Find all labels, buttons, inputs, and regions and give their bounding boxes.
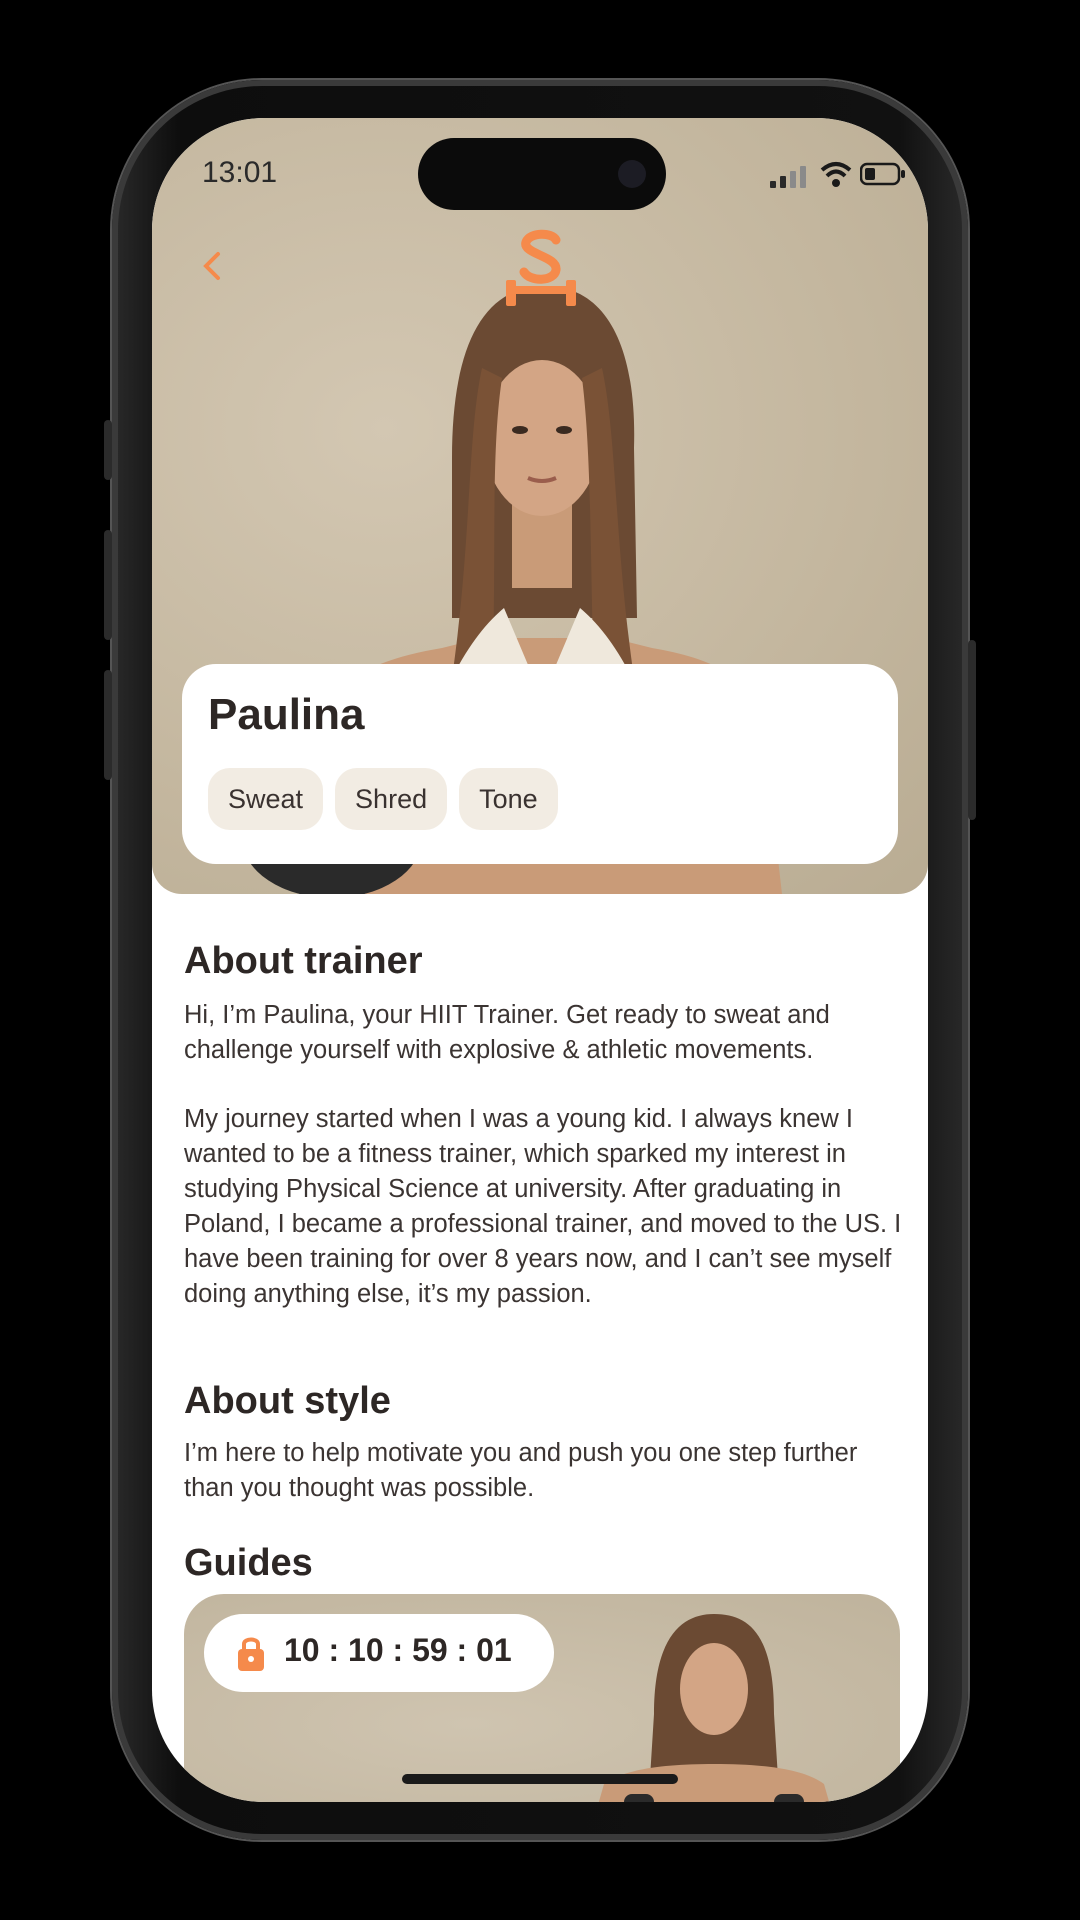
- tag-shred: Shred: [335, 768, 448, 830]
- status-time: 13:01: [202, 156, 278, 189]
- lock-icon: [238, 1637, 264, 1671]
- about-trainer-intro: Hi, I’m Paulina, your HIIT Trainer. Get …: [184, 1001, 830, 1064]
- tag-tone: Tone: [459, 768, 558, 830]
- volume-down-button: [104, 670, 112, 780]
- tag-sweat: Sweat: [208, 768, 324, 830]
- trainer-tags: Sweat Shred Tone: [208, 768, 558, 830]
- app-screen: 13:01 Paulina Sweat Shred Tone About tra…: [152, 118, 928, 1802]
- about-style-heading: About style: [184, 1380, 391, 1422]
- signal-icon: [770, 166, 806, 188]
- guide-countdown: 10 : 10 : 59 : 01: [284, 1632, 512, 1668]
- trainer-hero-image: 13:01 Paulina Sweat Shred Tone: [152, 118, 928, 894]
- guide-card[interactable]: 10 : 10 : 59 : 01: [184, 1594, 900, 1802]
- volume-up-button: [104, 530, 112, 640]
- brand-logo-icon: [506, 229, 576, 306]
- about-trainer-heading: About trainer: [184, 940, 423, 982]
- guide-countdown-pill: 10 : 10 : 59 : 01: [204, 1614, 554, 1692]
- dynamic-island: [418, 138, 666, 210]
- trainer-name: Paulina: [208, 690, 365, 739]
- camera-icon: [618, 160, 646, 188]
- wifi-icon: [820, 162, 852, 187]
- trainer-name-card: Paulina Sweat Shred Tone: [182, 664, 898, 864]
- about-style-text: I’m here to help motivate you and push y…: [184, 1439, 858, 1502]
- mute-switch: [104, 420, 112, 480]
- power-button: [968, 640, 976, 820]
- guide-trainer-photo: [598, 1614, 830, 1802]
- back-chevron-icon[interactable]: [192, 246, 232, 286]
- battery-icon: [860, 162, 905, 186]
- guides-heading: Guides: [184, 1542, 313, 1584]
- home-indicator[interactable]: [402, 1774, 678, 1784]
- about-trainer-story: My journey started when I was a young ki…: [184, 1105, 902, 1308]
